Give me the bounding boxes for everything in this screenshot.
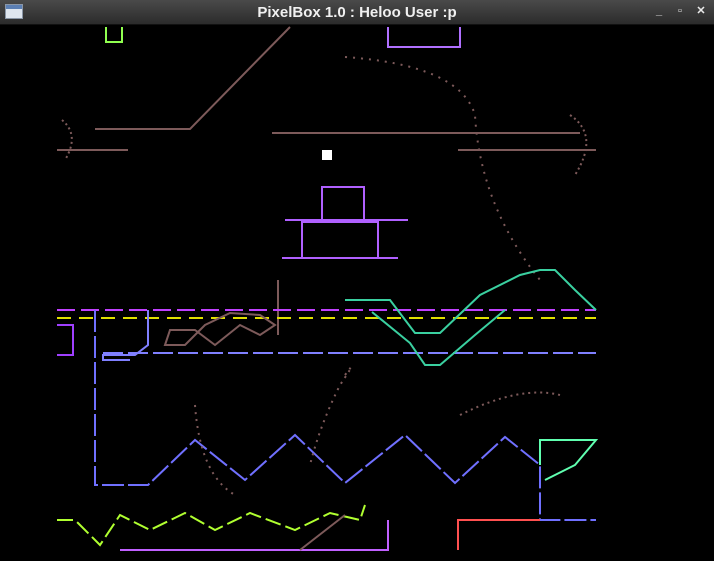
app-window: PixelBox 1.0 : Heloo User :p _ ▫ ✕ (0, 0, 714, 561)
app-window-icon[interactable] (5, 4, 23, 19)
close-icon[interactable]: ✕ (694, 3, 708, 19)
white-cursor-block (322, 150, 332, 160)
minimize-icon[interactable]: _ (652, 3, 666, 19)
window-title: PixelBox 1.0 : Heloo User :p (257, 3, 457, 21)
pixel-canvas-drawing[interactable] (0, 25, 714, 561)
teal-wave-lines (345, 269, 597, 366)
particle-sketch-top (57, 26, 596, 335)
purple-cake-structure (282, 186, 408, 259)
window-controls: _ ▫ ✕ (652, 3, 708, 19)
multicolor-lines (57, 309, 599, 551)
colored-fragments-top (105, 27, 461, 48)
maximize-icon[interactable]: ▫ (673, 3, 687, 19)
title-bar[interactable]: PixelBox 1.0 : Heloo User :p _ ▫ ✕ (0, 0, 714, 25)
pixel-canvas[interactable] (0, 25, 714, 561)
